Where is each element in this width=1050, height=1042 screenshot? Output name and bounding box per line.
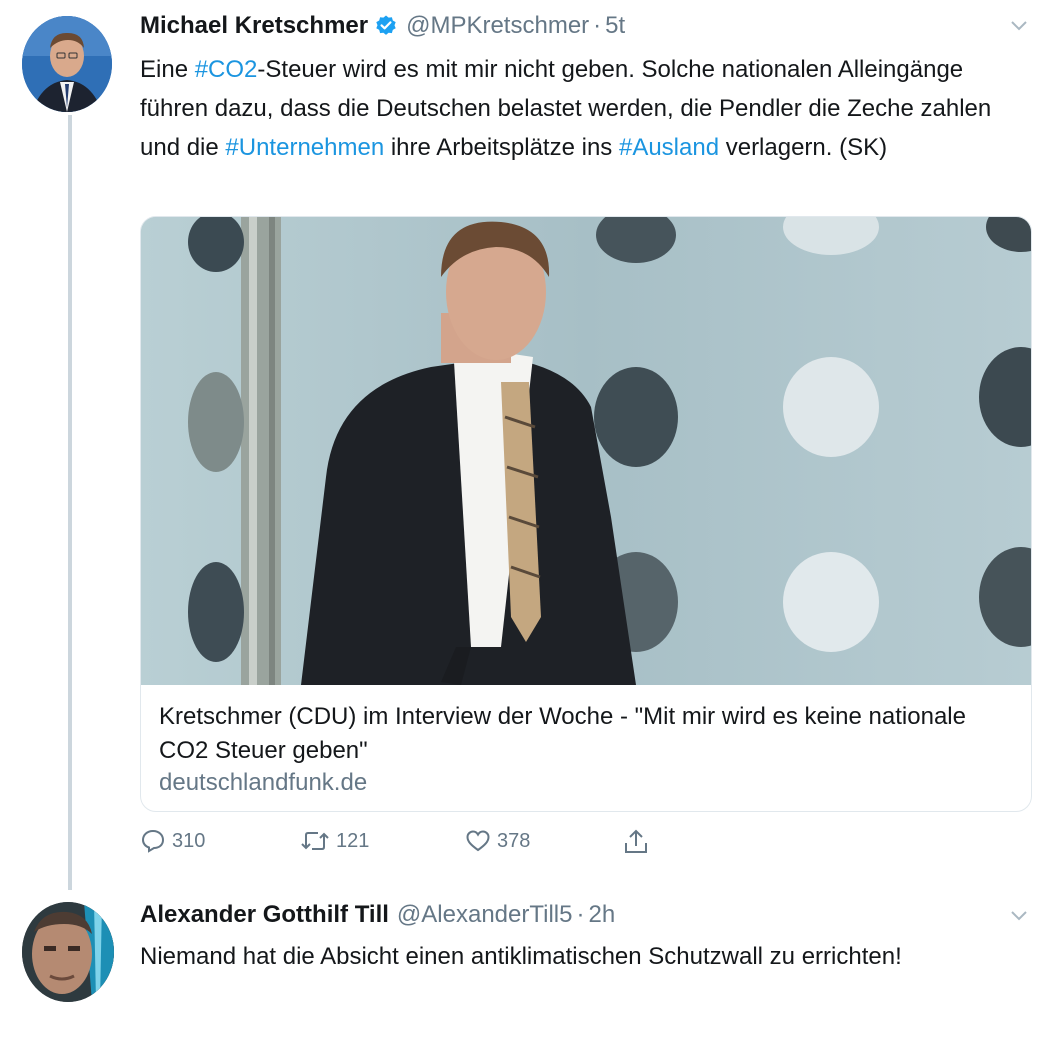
chevron-down-icon[interactable] xyxy=(1008,904,1030,926)
avatar-alexander-till[interactable] xyxy=(22,902,114,1002)
tweet-text-part: verlagern. (SK) xyxy=(719,134,888,161)
like-button[interactable]: 378 xyxy=(465,828,530,854)
hashtag-ausland[interactable]: #Ausland xyxy=(619,134,719,161)
share-button[interactable] xyxy=(623,828,655,856)
chevron-down-icon[interactable] xyxy=(1008,14,1030,36)
reply-button[interactable]: 310 xyxy=(140,828,205,854)
retweet-icon xyxy=(301,832,329,850)
reply-count: 310 xyxy=(172,829,206,852)
link-card[interactable]: Kretschmer (CDU) im Interview der Woche … xyxy=(140,216,1032,812)
tweet-time[interactable]: 5t xyxy=(605,12,625,40)
like-count: 378 xyxy=(497,829,531,852)
reply-text: Niemand hat die Absicht einen antiklimat… xyxy=(140,943,902,970)
retweet-button[interactable]: 121 xyxy=(300,828,369,854)
tweet-text-part: Eine xyxy=(140,56,195,83)
reply-time[interactable]: 2h xyxy=(588,901,615,929)
reply-icon xyxy=(141,829,165,853)
tweet-text: Eine #CO2-Steuer wird es mit mir nicht g… xyxy=(140,50,1030,167)
reply-author-name[interactable]: Alexander Gotthilf Till xyxy=(140,901,389,929)
reply-author-handle[interactable]: @AlexanderTill5 xyxy=(397,901,573,929)
reply-header: Alexander Gotthilf Till @AlexanderTill5 … xyxy=(140,897,615,933)
tweet-header: Michael Kretschmer @MPKretschmer · 5t xyxy=(140,8,625,44)
author-handle[interactable]: @MPKretschmer xyxy=(406,12,589,40)
verified-badge-icon xyxy=(374,14,398,38)
retweet-count: 121 xyxy=(336,829,370,852)
dot-separator: · xyxy=(576,901,585,928)
thread-line xyxy=(68,115,72,890)
avatar-michael-kretschmer[interactable] xyxy=(22,16,112,112)
like-icon xyxy=(466,830,490,852)
hashtag-co2[interactable]: #CO2 xyxy=(195,56,258,83)
card-photo xyxy=(141,217,1031,685)
author-name[interactable]: Michael Kretschmer xyxy=(140,12,368,40)
share-icon xyxy=(625,829,647,853)
card-domain[interactable]: deutschlandfunk.de xyxy=(159,768,367,798)
tweet-text-part: ihre Arbeitsplätze ins xyxy=(384,134,619,161)
dot-separator: · xyxy=(593,12,602,39)
card-title[interactable]: Kretschmer (CDU) im Interview der Woche … xyxy=(159,700,1009,768)
hashtag-unternehmen[interactable]: #Unternehmen xyxy=(225,134,384,161)
